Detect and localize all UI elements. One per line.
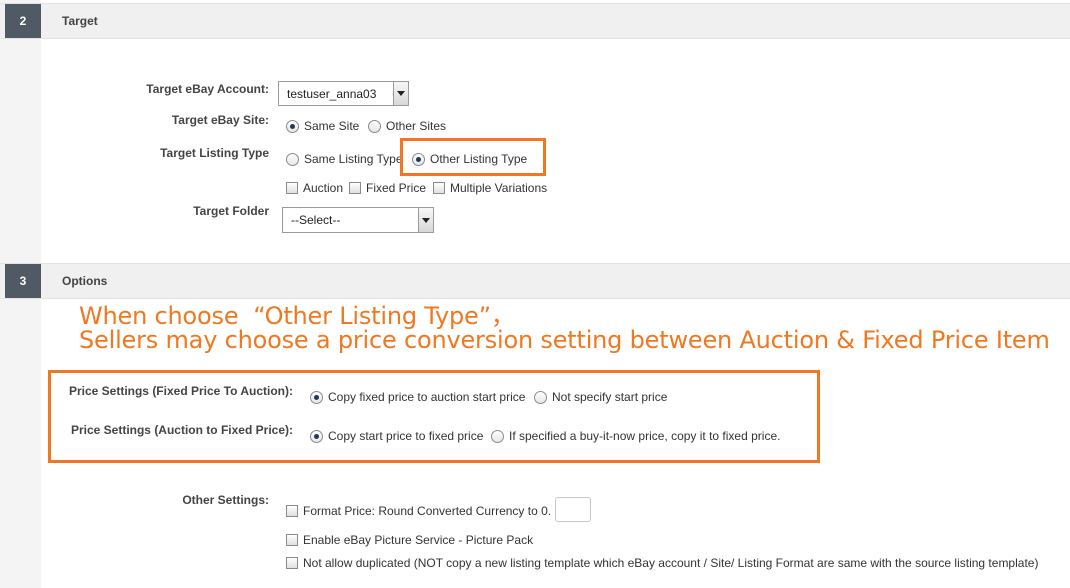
radio-other-sites[interactable]: Other Sites: [368, 119, 446, 133]
radio-icon[interactable]: [534, 390, 547, 404]
section-number: 2: [5, 4, 41, 38]
target-listing-type-label: Target Listing Type: [160, 146, 269, 160]
chevron-down-icon[interactable]: [418, 208, 433, 232]
target-account-value: testuser_anna03: [287, 86, 377, 101]
round-decimal-input[interactable]: [555, 497, 591, 522]
radio-label: Copy fixed price to auction start price: [328, 390, 526, 404]
check-auction[interactable]: Auction: [286, 181, 343, 195]
radio-label: Not specify start price: [552, 390, 668, 404]
target-folder-value: --Select--: [291, 213, 341, 227]
checkbox-icon[interactable]: [286, 182, 298, 194]
radio-copy-buy-it-now[interactable]: If specified a buy-it-now price, copy it…: [491, 429, 780, 443]
radio-icon[interactable]: [491, 429, 504, 443]
radio-label: Other Sites: [386, 119, 447, 133]
radio-copy-fixed-price[interactable]: Copy fixed price to auction start price: [310, 390, 525, 404]
radio-label: If specified a buy-it-now price, copy it…: [509, 429, 781, 443]
section-title: Options: [62, 274, 108, 288]
checkbox-label: Format Price: Round Converted Currency t…: [303, 504, 552, 518]
radio-checked-icon[interactable]: [310, 390, 323, 404]
section-number: 3: [5, 264, 41, 298]
checkbox-icon[interactable]: [286, 557, 298, 569]
check-fixed-price[interactable]: Fixed Price: [349, 181, 426, 195]
highlight-other-listing-type: [400, 138, 546, 176]
checkbox-icon[interactable]: [349, 182, 361, 194]
radio-copy-start-price[interactable]: Copy start price to fixed price: [310, 429, 483, 443]
checkbox-icon[interactable]: [286, 534, 298, 546]
target-site-label: Target eBay Site:: [171, 113, 269, 127]
radio-label: Copy start price to fixed price: [328, 429, 484, 443]
price-fp-to-auction-label: Price Settings (Fixed Price To Auction):: [68, 384, 293, 398]
other-settings-label: Other Settings:: [182, 493, 269, 507]
checkbox-icon[interactable]: [286, 505, 298, 517]
radio-checked-icon[interactable]: [286, 119, 299, 133]
section-options-header: 3 Options: [0, 263, 1070, 299]
radio-icon[interactable]: [368, 119, 381, 133]
check-multiple-variations[interactable]: Multiple Variations: [433, 181, 547, 195]
target-account-select[interactable]: testuser_anna03: [278, 81, 409, 106]
checkbox-icon[interactable]: [433, 182, 445, 194]
target-folder-select[interactable]: --Select--: [282, 207, 434, 233]
radio-label: Same Site: [304, 119, 360, 133]
radio-checked-icon[interactable]: [310, 429, 323, 443]
checkbox-label: Not allow duplicated (NOT copy a new lis…: [303, 556, 1039, 570]
target-account-label: Target eBay Account:: [146, 82, 269, 96]
radio-same-listing-type[interactable]: Same Listing Type: [286, 152, 402, 166]
checkbox-label: Fixed Price: [366, 181, 427, 195]
radio-same-site[interactable]: Same Site: [286, 119, 359, 133]
radio-not-specify-start-price[interactable]: Not specify start price: [534, 390, 667, 404]
annotation-line-2: Sellers may choose a price conversion se…: [79, 326, 1050, 354]
checkbox-label: Multiple Variations: [450, 181, 548, 195]
checkbox-label: Enable eBay Picture Service - Picture Pa…: [303, 533, 534, 547]
check-format-price[interactable]: Format Price: Round Converted Currency t…: [286, 504, 551, 518]
section-target-header: 2 Target: [0, 3, 1070, 39]
checkbox-label: Auction: [303, 181, 344, 195]
section-title: Target: [62, 14, 98, 28]
radio-icon[interactable]: [286, 152, 299, 166]
chevron-down-icon[interactable]: [393, 82, 408, 105]
target-folder-label: Target Folder: [193, 204, 269, 218]
price-auction-to-fp-label: Price Settings (Auction to Fixed Price):: [70, 423, 293, 437]
check-enable-picture-pack[interactable]: Enable eBay Picture Service - Picture Pa…: [286, 533, 533, 547]
radio-label: Same Listing Type: [304, 152, 402, 166]
check-not-allow-duplicated[interactable]: Not allow duplicated (NOT copy a new lis…: [286, 556, 1038, 570]
